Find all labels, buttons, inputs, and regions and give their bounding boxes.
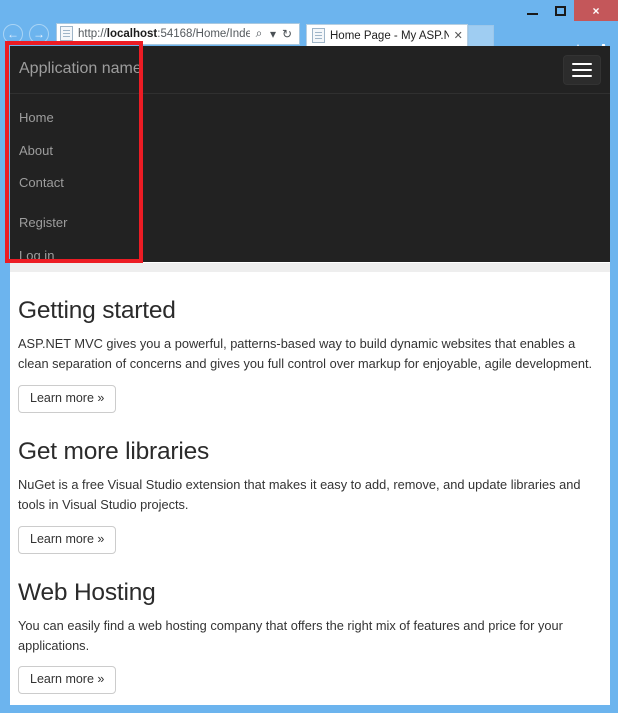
feature-body: ASP.NET MVC gives you a powerful, patter… — [18, 336, 593, 371]
back-arrow-icon: ← — [3, 23, 23, 44]
address-bar[interactable]: http://localhost:54168/Home/Index ⌕ ▾ ↻ — [56, 22, 300, 45]
maximize-button[interactable] — [546, 0, 574, 21]
feature-title: Getting started — [18, 297, 176, 324]
minimize-icon — [526, 12, 538, 15]
site-navbar: Application name Home About Contact Regi… — [10, 46, 610, 263]
nav-link-register[interactable]: Register — [10, 207, 610, 240]
nav-link-about[interactable]: About — [10, 135, 610, 168]
learn-more-button[interactable]: Learn more » — [18, 666, 117, 695]
maximize-icon — [554, 5, 566, 16]
feature-body: You can easily find a web hosting compan… — [18, 617, 563, 653]
nav-link-login[interactable]: Log in — [10, 240, 610, 273]
feature-getting-started: Getting started ASP.NET MVC gives you a … — [18, 272, 602, 413]
nav-item-login[interactable]: Log in — [10, 240, 610, 273]
tab-title: Home Page - My ASP.NET ... — [330, 29, 450, 42]
tab-favicon — [312, 28, 325, 43]
nav-item-home[interactable]: Home — [10, 102, 610, 135]
tab-close-icon[interactable]: ✕ — [453, 29, 463, 42]
page-document-icon — [60, 26, 73, 41]
refresh-icon[interactable]: ↻ — [278, 27, 296, 41]
main-content: Getting started ASP.NET MVC gives you a … — [10, 272, 610, 695]
navbar-account-links: Register Log in — [10, 207, 610, 273]
nav-item-register[interactable]: Register — [10, 207, 610, 240]
feature-body: NuGet is a free Visual Studio extension … — [18, 477, 581, 512]
url-host: localhost — [106, 27, 158, 40]
forward-arrow-icon: → — [29, 23, 49, 44]
hamburger-bar-icon — [572, 63, 592, 65]
back-button[interactable]: ← — [0, 23, 26, 45]
nav-link-contact[interactable]: Contact — [10, 167, 610, 200]
navbar-primary-links: Home About Contact — [10, 102, 610, 201]
navbar-group-spacer — [10, 200, 610, 207]
forward-button[interactable]: → — [26, 23, 52, 45]
browser-window: × ← → http://localhost:54168/Home/Index … — [0, 0, 618, 713]
tab-strip: Home Page - My ASP.NET ... ✕ — [306, 21, 494, 46]
learn-more-button[interactable]: Learn more » — [18, 384, 117, 413]
browser-toolbar: ← → http://localhost:54168/Home/Index ⌕ … — [0, 21, 618, 58]
close-button[interactable]: × — [574, 0, 618, 21]
hamburger-bar-icon — [572, 75, 592, 77]
title-bar: × — [0, 0, 618, 21]
url-text: http://localhost:54168/Home/Index — [78, 28, 250, 40]
feature-web-hosting: Web Hosting You can easily find a web ho… — [18, 554, 602, 695]
new-tab-button[interactable] — [468, 25, 494, 46]
minimize-button[interactable] — [518, 0, 546, 21]
window-controls: × — [518, 0, 618, 21]
navbar-collapse: Home About Contact Register Log in — [10, 94, 610, 274]
feature-title: Get more libraries — [18, 437, 210, 465]
navbar-toggle-button[interactable] — [563, 55, 601, 85]
search-icon[interactable]: ⌕ — [250, 26, 268, 41]
learn-more-button[interactable]: Learn more » — [18, 525, 117, 554]
nav-item-contact[interactable]: Contact — [10, 167, 610, 200]
feature-get-more-libraries: Get more libraries NuGet is a free Visua… — [18, 413, 602, 554]
nav-item-about[interactable]: About — [10, 135, 610, 168]
hamburger-bar-icon — [572, 69, 592, 71]
browser-tab[interactable]: Home Page - My ASP.NET ... ✕ — [306, 24, 468, 46]
url-prefix: http:// — [78, 27, 107, 40]
url-suffix: :54168/Home/Index — [157, 27, 250, 40]
navbar-brand[interactable]: Application name — [10, 46, 610, 93]
nav-link-home[interactable]: Home — [10, 102, 610, 135]
chevron-down-icon[interactable]: ▾ — [268, 27, 278, 41]
feature-title: Web Hosting — [18, 578, 156, 606]
page-viewport: Application name Home About Contact Regi… — [10, 46, 610, 705]
